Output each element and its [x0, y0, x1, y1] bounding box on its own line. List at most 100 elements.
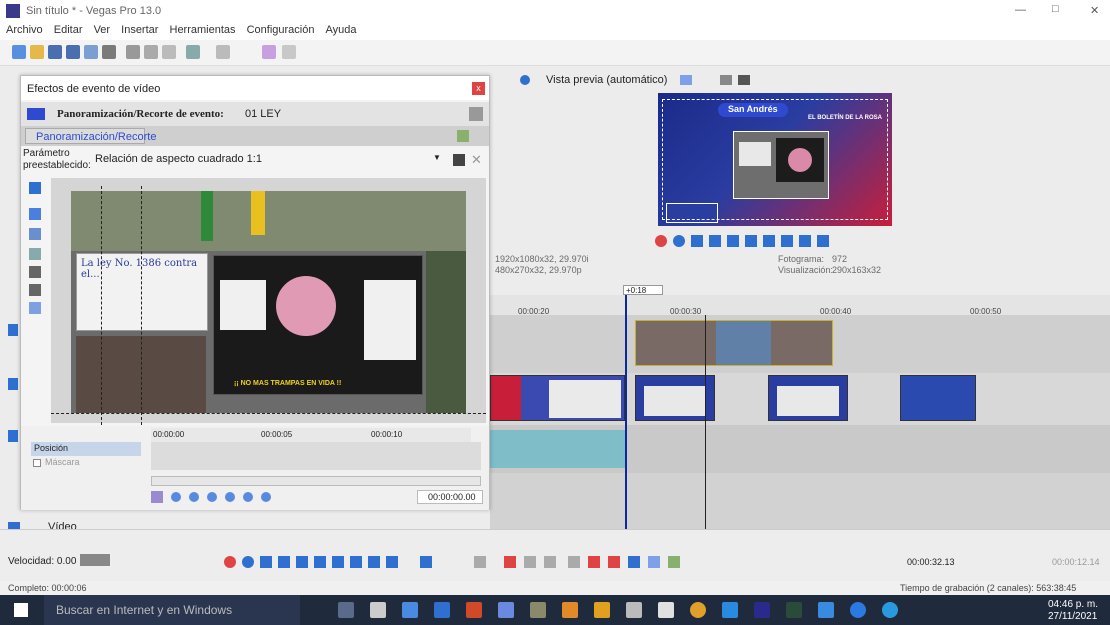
app-icon-7[interactable] [818, 602, 834, 618]
audio-waveform[interactable] [490, 430, 625, 468]
last-keyframe-icon[interactable] [261, 492, 271, 502]
first-keyframe-icon[interactable] [171, 492, 181, 502]
save-as-icon[interactable] [66, 45, 80, 59]
copy-snapshot-icon[interactable] [720, 75, 732, 85]
photoshop-icon[interactable] [754, 602, 770, 618]
video-event-fx-dialog[interactable]: Efectos de evento de vídeo x Panoramizac… [20, 75, 490, 510]
keyframe-track[interactable] [151, 442, 481, 470]
task-view-icon[interactable] [338, 602, 354, 618]
undo-icon[interactable] [186, 45, 200, 59]
marker-icon[interactable] [588, 556, 600, 568]
timeline-tracks[interactable] [490, 295, 1110, 539]
open-folder-icon[interactable] [30, 45, 44, 59]
dialog-close-icon[interactable]: x [472, 82, 485, 95]
paste-icon[interactable] [162, 45, 176, 59]
mask-checkbox[interactable] [33, 459, 41, 467]
prev-keyframe-icon[interactable] [189, 492, 199, 502]
loop-icon[interactable] [673, 235, 685, 247]
timeline-ruler[interactable]: +0:18 00:00:20 00:00:30 00:00:40 00:00:5… [490, 285, 1110, 316]
audition-icon[interactable] [786, 602, 802, 618]
lock-icon[interactable] [568, 556, 580, 568]
menu-insertar[interactable]: Insertar [121, 24, 158, 36]
sync-cursor-icon[interactable] [151, 491, 163, 503]
copy-icon[interactable] [144, 45, 158, 59]
close-button[interactable]: ✕ [1090, 4, 1099, 17]
help-tray-icon[interactable] [882, 602, 898, 618]
plugin-chain-icon[interactable] [457, 130, 469, 142]
explorer-icon[interactable] [402, 602, 418, 618]
delete-icon[interactable] [504, 556, 516, 568]
wand-icon[interactable] [262, 45, 276, 59]
maximize-button[interactable]: □ [1052, 3, 1059, 15]
menu-configuracion[interactable]: Configuración [247, 24, 315, 36]
fit-frame-icon[interactable] [29, 266, 41, 278]
chrome-icon[interactable] [690, 602, 706, 618]
crop-source-photo[interactable]: La ley No. 1386 contra el... ¡¡ NO MAS T… [71, 191, 466, 413]
main-go-start-icon[interactable] [332, 556, 344, 568]
stop-icon[interactable] [745, 235, 757, 247]
move-tool-icon[interactable] [29, 248, 41, 260]
delete-keyframe-icon[interactable] [225, 492, 235, 502]
minimize-button[interactable]: — [1015, 4, 1026, 16]
app-icon-6[interactable] [722, 602, 738, 618]
keyframe-timecode-field[interactable]: 00:00:00.00 [417, 490, 483, 504]
record-icon[interactable] [655, 235, 667, 247]
track-2-icon[interactable] [8, 378, 18, 390]
redo-icon[interactable] [216, 45, 230, 59]
next-frame-icon[interactable] [817, 235, 829, 247]
crop-tool-icon[interactable] [29, 182, 41, 194]
go-to-start-icon[interactable] [763, 235, 775, 247]
save-snapshot-icon[interactable] [738, 75, 750, 85]
play-from-start-icon[interactable] [691, 235, 703, 247]
next-keyframe-icon[interactable] [243, 492, 253, 502]
snap-icon[interactable] [29, 302, 41, 314]
main-stop-icon[interactable] [314, 556, 326, 568]
main-play-icon[interactable] [278, 556, 290, 568]
preview-settings-icon[interactable] [520, 75, 530, 85]
cut-icon[interactable] [126, 45, 140, 59]
taskbar-search[interactable]: Buscar en Internet y en Windows [44, 595, 300, 625]
clip-title-2[interactable] [635, 375, 715, 421]
clip-title-4[interactable] [900, 375, 976, 421]
property-mask[interactable]: Máscara [31, 456, 141, 470]
tab-pan-crop[interactable]: Panoramización/Recorte [25, 128, 156, 144]
telegram-icon[interactable] [850, 602, 866, 618]
menu-archivo[interactable]: Archivo [6, 24, 43, 36]
app-icon-5[interactable] [626, 602, 642, 618]
preset-select[interactable]: Relación de aspecto cuadrado 1:1 ▼ [91, 151, 446, 169]
app-icon-3[interactable] [562, 602, 578, 618]
edit-tool-icon[interactable] [420, 556, 432, 568]
playhead[interactable] [705, 315, 706, 539]
trim-icon[interactable] [524, 556, 536, 568]
overlays-icon[interactable] [680, 75, 692, 85]
save-preset-icon[interactable] [453, 154, 465, 166]
windows-start-icon[interactable] [14, 603, 28, 617]
menu-ver[interactable]: Ver [94, 24, 111, 36]
main-play-start-icon[interactable] [260, 556, 272, 568]
store-icon[interactable] [370, 602, 386, 618]
region-icon[interactable] [608, 556, 620, 568]
menu-ayuda[interactable]: Ayuda [326, 24, 357, 36]
pause-icon[interactable] [727, 235, 739, 247]
main-next-frame-icon[interactable] [386, 556, 398, 568]
video-preview[interactable]: San Andrés EL BOLETÍN DE LA ROSA [658, 93, 892, 226]
ripple-icon[interactable] [668, 556, 680, 568]
add-keyframe-icon[interactable] [207, 492, 217, 502]
split-icon[interactable] [544, 556, 556, 568]
speed-slider[interactable] [80, 554, 110, 566]
clip-photo-ley[interactable] [635, 320, 833, 366]
envelope-tool-icon[interactable] [474, 556, 486, 568]
properties-icon[interactable] [102, 45, 116, 59]
save-icon[interactable] [48, 45, 62, 59]
property-position[interactable]: Posición [31, 442, 141, 456]
track-3-icon[interactable] [8, 430, 18, 442]
delete-preset-icon[interactable]: ✕ [471, 152, 482, 168]
help-icon[interactable] [282, 45, 296, 59]
fx-chain-toggle-icon[interactable] [469, 107, 483, 121]
render-icon[interactable] [84, 45, 98, 59]
main-loop-icon[interactable] [242, 556, 254, 568]
menu-editar[interactable]: Editar [54, 24, 83, 36]
menu-herramientas[interactable]: Herramientas [170, 24, 236, 36]
taskbar-clock[interactable]: 04:46 p. m. 27/11/2021 [1040, 598, 1110, 624]
autocrossfade-icon[interactable] [648, 556, 660, 568]
